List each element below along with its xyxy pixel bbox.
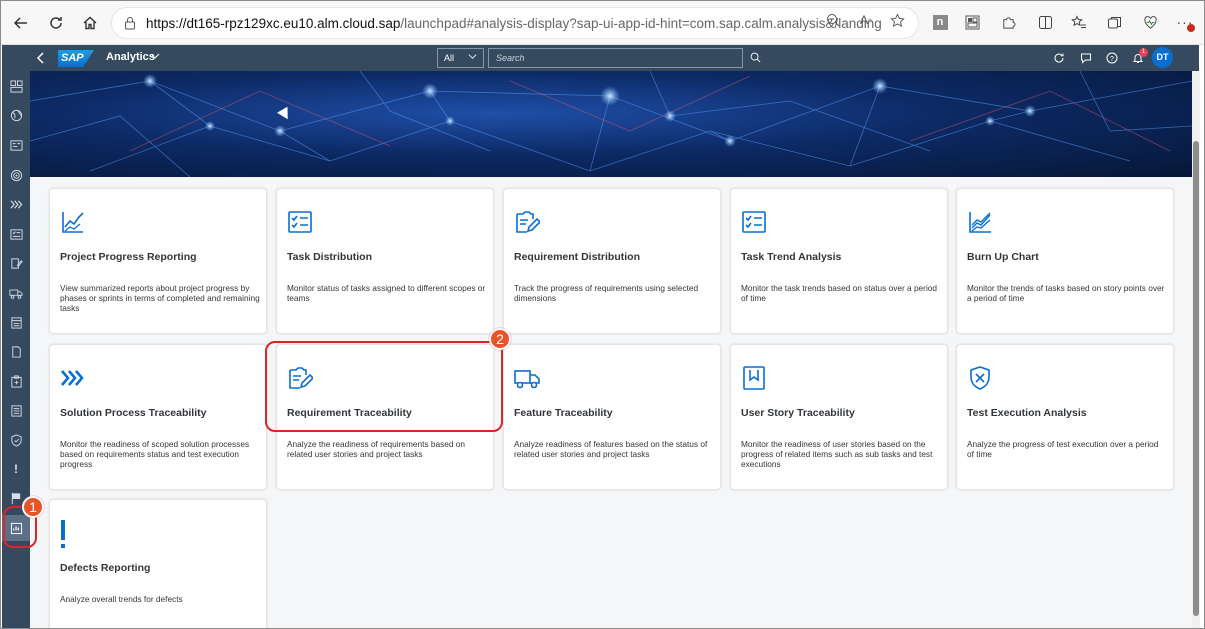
task-list-icon xyxy=(741,209,767,235)
sap-logo[interactable]: SAP xyxy=(58,50,94,67)
more-menu-icon[interactable]: ··· xyxy=(1175,12,1195,32)
back-arrow-icon[interactable] xyxy=(9,11,33,35)
search-scope-select[interactable]: All xyxy=(437,48,484,68)
truck-icon xyxy=(514,365,540,391)
tile-title: Requirement Distribution xyxy=(514,251,641,263)
extension-n-icon[interactable]: n xyxy=(930,12,950,32)
step-badge-1: 1 xyxy=(22,496,44,518)
scope-label: All xyxy=(444,53,455,63)
tile-title: Solution Process Traceability xyxy=(60,407,207,419)
tile-title: Feature Traceability xyxy=(514,407,613,419)
feedback-icon[interactable] xyxy=(1078,50,1094,66)
task-list-icon xyxy=(287,209,313,235)
hero-banner xyxy=(30,71,1192,177)
nav-list-icon[interactable] xyxy=(2,221,30,247)
tile-description: Analyze the progress of test execution o… xyxy=(967,439,1159,459)
nav-truck-icon[interactable] xyxy=(2,280,30,306)
tile-description: View summarized reports about project pr… xyxy=(60,283,260,313)
chevron-down-icon xyxy=(468,49,477,67)
process-chevrons-icon xyxy=(60,365,86,391)
nav-calendar-icon[interactable] xyxy=(2,309,30,335)
exclamation-icon xyxy=(60,520,86,548)
scrollbar-thumb[interactable] xyxy=(1193,141,1199,616)
tile-feature-traceability[interactable]: Feature Traceability Analyze readiness o… xyxy=(503,344,721,490)
line-chart-icon xyxy=(60,209,86,235)
network-background-graphic xyxy=(30,71,1192,177)
tile-project-progress-reporting[interactable]: Project Progress Reporting View summariz… xyxy=(49,188,267,334)
tile-title: Defects Reporting xyxy=(60,562,151,574)
address-bar[interactable]: https://dt165-rpz129xc.eu10.alm.cloud.sa… xyxy=(111,7,919,39)
tile-description: Analyze overall trends for defects xyxy=(60,594,183,604)
browser-essentials-icon[interactable] xyxy=(1140,12,1160,32)
sync-icon[interactable] xyxy=(1051,50,1067,66)
nav-dashboard-icon[interactable] xyxy=(2,73,30,99)
nav-clipboard-icon[interactable] xyxy=(2,368,30,394)
tile-defects-reporting[interactable]: Defects Reporting Analyze overall trends… xyxy=(49,499,267,628)
extension-grid-icon[interactable] xyxy=(962,12,982,32)
nav-requirements-icon[interactable] xyxy=(2,250,30,276)
browser-toolbar: https://dt165-rpz129xc.eu10.alm.cloud.sa… xyxy=(1,1,1204,45)
nav-board-icon[interactable] xyxy=(2,132,30,158)
browser-window: https://dt165-rpz129xc.eu10.alm.cloud.sa… xyxy=(0,0,1205,629)
app-title[interactable]: Analytics xyxy=(106,51,155,63)
tile-description: Monitor the readiness of scoped solution… xyxy=(60,439,250,469)
document-edit-icon xyxy=(514,209,542,235)
nav-target-icon[interactable] xyxy=(2,162,30,188)
favorites-list-icon[interactable] xyxy=(1069,12,1089,32)
tile-description: Analyze the readiness of requirements ba… xyxy=(287,439,466,459)
tile-description: Monitor the trends of tasks based on sto… xyxy=(967,283,1165,303)
back-chevron-icon[interactable] xyxy=(32,49,50,67)
tile-title: User Story Traceability xyxy=(741,407,855,419)
tile-user-story-traceability[interactable]: User Story Traceability Monitor the read… xyxy=(730,344,948,490)
tile-task-trend-analysis[interactable]: Task Trend Analysis Monitor the task tre… xyxy=(730,188,948,334)
nav-process-chevrons-icon[interactable] xyxy=(2,191,30,217)
tile-burn-up-chart[interactable]: Burn Up Chart Monitor the trends of task… xyxy=(956,188,1174,334)
tile-task-distribution[interactable]: Task Distribution Monitor status of task… xyxy=(276,188,494,334)
notification-badge: 1 xyxy=(1139,48,1148,57)
nav-notebook-icon[interactable] xyxy=(2,397,30,423)
bookmark-icon xyxy=(741,365,767,391)
nav-shield-icon[interactable] xyxy=(2,427,30,453)
avatar[interactable]: DT xyxy=(1152,47,1173,68)
favorite-star-icon[interactable] xyxy=(887,10,907,30)
nav-document-icon[interactable] xyxy=(2,338,30,364)
burn-up-chart-icon xyxy=(967,209,993,235)
search-icon[interactable] xyxy=(748,50,762,64)
highlight-requirement-traceability xyxy=(265,341,503,432)
read-aloud-icon[interactable]: A» xyxy=(856,10,876,30)
shell-bar: SAP Analytics All Search ? 1 DT xyxy=(2,45,1199,71)
collections-icon[interactable] xyxy=(1104,12,1124,32)
tile-title: Task Trend Analysis xyxy=(741,251,842,263)
tile-requirement-distribution[interactable]: Requirement Distribution Track the progr… xyxy=(503,188,721,334)
refresh-icon[interactable] xyxy=(44,11,68,35)
tile-description: Track the progress of requirements using… xyxy=(514,283,699,303)
split-screen-icon[interactable] xyxy=(1035,12,1055,32)
tile-description: Monitor the readiness of user stories ba… xyxy=(741,439,933,469)
shield-x-icon xyxy=(967,365,993,391)
tile-description: Analyze readiness of features based on t… xyxy=(514,439,708,459)
nav-exclamation-icon[interactable]: ! xyxy=(2,456,30,482)
search-input[interactable]: Search xyxy=(488,48,743,68)
chevron-down-icon[interactable] xyxy=(150,51,160,64)
nav-world-icon[interactable] xyxy=(2,102,30,128)
url-text: https://dt165-rpz129xc.eu10.alm.cloud.sa… xyxy=(146,15,882,31)
step-badge-2: 2 xyxy=(489,328,511,350)
lock-icon xyxy=(125,17,135,30)
help-icon[interactable]: ? xyxy=(1104,50,1120,66)
tile-test-execution-analysis[interactable]: Test Execution Analysis Analyze the prog… xyxy=(956,344,1174,490)
tile-title: Task Distribution xyxy=(287,251,372,263)
tile-solution-process-traceability[interactable]: Solution Process Traceability Monitor th… xyxy=(49,344,267,490)
extensions-puzzle-icon[interactable] xyxy=(998,12,1018,32)
zoom-icon[interactable] xyxy=(823,10,843,30)
svg-text:?: ? xyxy=(1110,56,1114,63)
tile-title: Burn Up Chart xyxy=(967,251,1039,263)
vertical-scrollbar[interactable] xyxy=(1192,71,1200,628)
tile-description: Monitor the task trends based on status … xyxy=(741,283,938,303)
tile-title: Test Execution Analysis xyxy=(967,407,1087,419)
home-icon[interactable] xyxy=(78,11,102,35)
tile-description: Monitor status of tasks assigned to diff… xyxy=(287,283,486,303)
tile-title: Project Progress Reporting xyxy=(60,251,197,263)
